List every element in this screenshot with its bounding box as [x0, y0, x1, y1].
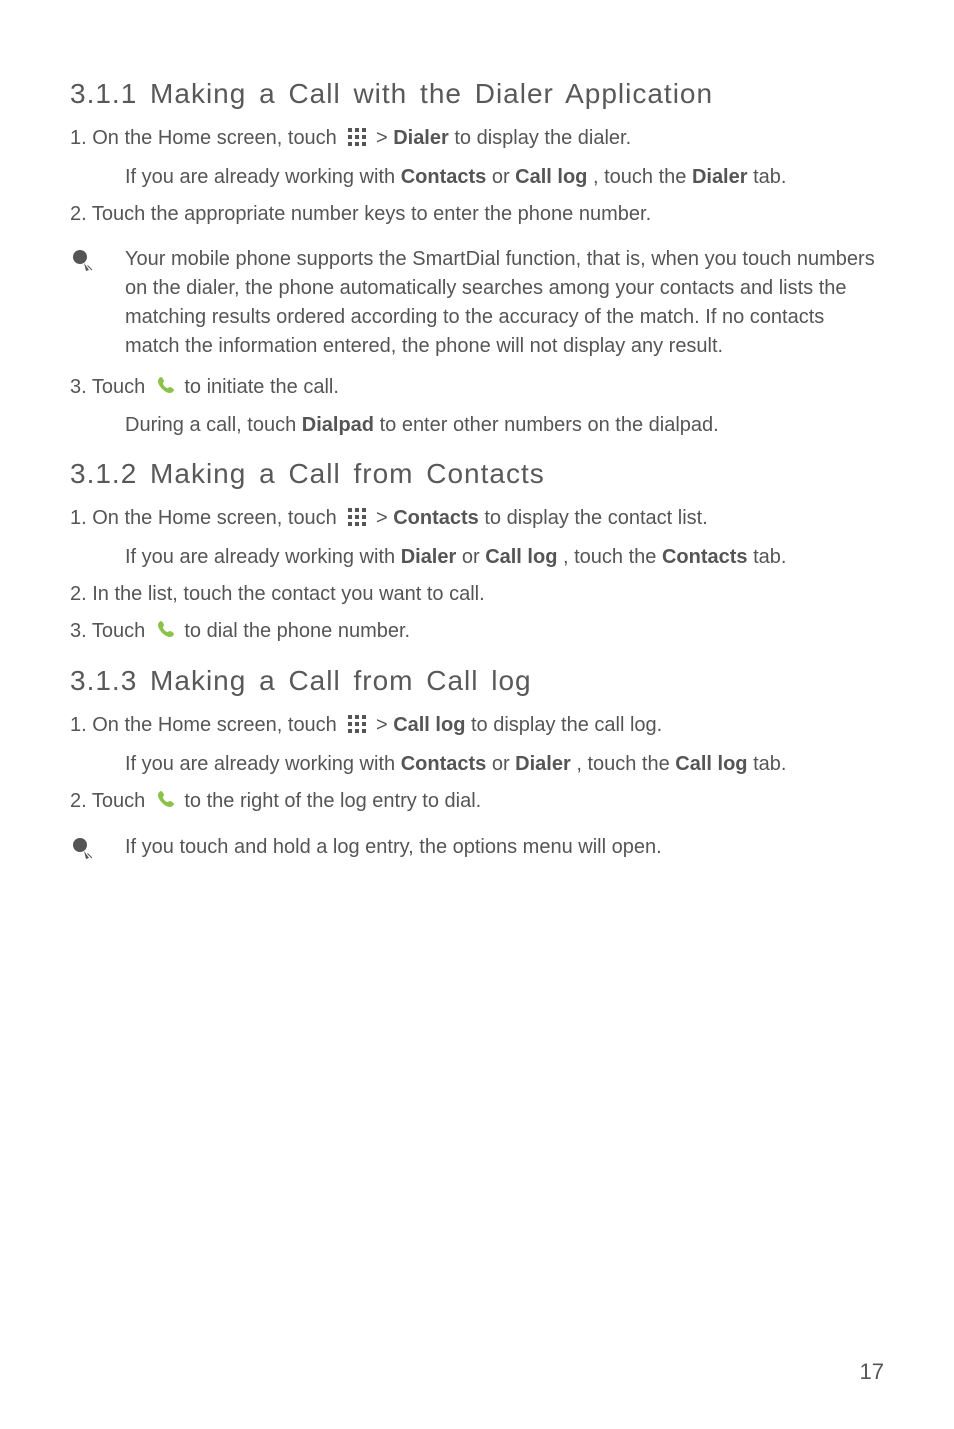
text: to enter other numbers on the dialpad. [380, 414, 719, 436]
bold-text: Dialer [515, 753, 571, 775]
indent-text: If you are already working with Contacts… [125, 163, 884, 192]
apps-grid-icon [348, 126, 366, 155]
tip-icon [70, 248, 96, 279]
text: > [376, 714, 393, 736]
text: 2. Touch [70, 790, 151, 812]
text: tab. [753, 546, 786, 568]
heading-3-1-1: 3.1.1 Making a Call with the Dialer Appl… [70, 78, 884, 110]
text: , touch the [563, 546, 662, 568]
phone-icon [157, 618, 175, 647]
text: to initiate the call. [184, 376, 339, 398]
heading-3-1-3: 3.1.3 Making a Call from Call log [70, 665, 884, 697]
bold-text: Call log [393, 714, 465, 736]
text: 3. Touch [70, 620, 151, 642]
text: > [376, 507, 393, 529]
text: to display the contact list. [484, 507, 707, 529]
step-text: 2. Touch the appropriate number keys to … [70, 200, 884, 229]
tip-icon [70, 836, 96, 867]
text: to display the call log. [471, 714, 662, 736]
bold-text: Contacts [401, 166, 487, 188]
phone-icon [157, 374, 175, 403]
bold-text: Contacts [662, 546, 748, 568]
text: or [462, 546, 485, 568]
bold-text: Dialer [401, 546, 457, 568]
text: or [492, 753, 515, 775]
text: , touch the [576, 753, 675, 775]
step-text: 2. In the list, touch the contact you wa… [70, 580, 884, 609]
bold-text: Contacts [401, 753, 487, 775]
text: or [492, 166, 515, 188]
step-text: 1. On the Home screen, touch > Dialer to… [70, 124, 884, 155]
text: If you are already working with [125, 546, 401, 568]
text: 1. On the Home screen, touch [70, 714, 342, 736]
step-text: 1. On the Home screen, touch > Contacts … [70, 504, 884, 535]
bold-text: Dialer [393, 127, 449, 149]
bold-text: Call log [675, 753, 747, 775]
text: 3. Touch [70, 376, 151, 398]
text: If you are already working with [125, 753, 401, 775]
indent-text: If you are already working with Contacts… [125, 750, 884, 779]
note-text: If you touch and hold a log entry, the o… [125, 833, 884, 862]
text: tab. [753, 753, 786, 775]
heading-3-1-2: 3.1.2 Making a Call from Contacts [70, 458, 884, 490]
note-text: Your mobile phone supports the SmartDial… [125, 245, 884, 361]
page-number: 17 [860, 1359, 884, 1385]
text: , touch the [593, 166, 692, 188]
step-text: 2. Touch to the right of the log entry t… [70, 787, 884, 817]
text: to the right of the log entry to dial. [184, 790, 481, 812]
step-text: 1. On the Home screen, touch > Call log … [70, 711, 884, 742]
bold-text: Contacts [393, 507, 479, 529]
bold-text: Call log [485, 546, 557, 568]
text: to display the dialer. [454, 127, 631, 149]
phone-icon [157, 788, 175, 817]
text: 1. On the Home screen, touch [70, 127, 342, 149]
apps-grid-icon [348, 506, 366, 535]
text: 1. On the Home screen, touch [70, 507, 342, 529]
text: to dial the phone number. [184, 620, 410, 642]
text: tab. [753, 166, 786, 188]
bold-text: Dialer [692, 166, 748, 188]
text: > [376, 127, 393, 149]
bold-text: Call log [515, 166, 587, 188]
text: If you are already working with [125, 166, 401, 188]
apps-grid-icon [348, 713, 366, 742]
indent-text: During a call, touch Dialpad to enter ot… [125, 411, 884, 440]
bold-text: Dialpad [302, 414, 374, 436]
step-text: 3. Touch to initiate the call. [70, 373, 884, 403]
text: During a call, touch [125, 414, 302, 436]
step-text: 3. Touch to dial the phone number. [70, 617, 884, 647]
indent-text: If you are already working with Dialer o… [125, 543, 884, 572]
